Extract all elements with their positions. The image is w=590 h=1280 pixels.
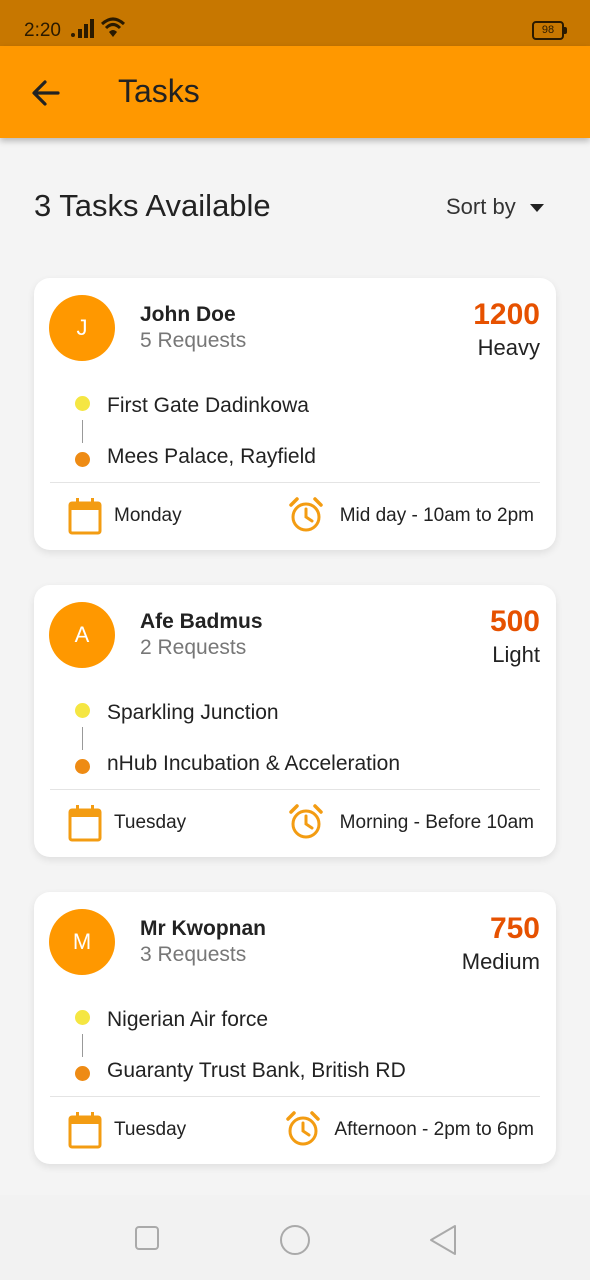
signal-icon [71,19,94,38]
task-day: Monday [114,505,182,526]
time-slot: Afternoon - 2pm to 6pm [334,1119,534,1140]
task-weight: Light [492,642,540,667]
avatar: A [49,602,115,668]
task-day: Tuesday [114,1119,187,1140]
pickup-location: Sparkling Junction [107,701,279,724]
wifi-icon [100,17,126,37]
alarm-clock-icon [286,1111,320,1146]
triangle-back-icon[interactable] [428,1224,458,1256]
request-count: 2 Requests [140,636,247,659]
sort-by-dropdown[interactable]: Sort by [446,194,544,220]
divider [50,482,540,483]
status-time: 2:20 [24,20,61,41]
pickup-location: Nigerian Air force [107,1008,269,1031]
dropoff-location: nHub Incubation & Acceleration [107,752,401,775]
pickup-dot-icon [75,703,90,718]
calendar-icon [68,498,102,535]
divider [50,1096,540,1097]
sort-by-label: Sort by [446,194,516,219]
square-icon[interactable] [134,1225,160,1251]
customer-name: Mr Kwopnan [140,917,266,940]
arrow-left-icon[interactable] [26,73,66,113]
dropoff-location: Guaranty Trust Bank, British RD [107,1059,406,1082]
dropoff-location: Mees Palace, Rayfield [107,445,316,468]
request-count: 5 Requests [140,329,247,352]
dropoff-dot-icon [75,452,90,467]
request-count: 3 Requests [140,943,247,966]
time-slot: Morning - Before 10am [339,812,534,833]
dropoff-dot-icon [75,1066,90,1081]
customer-name: John Doe [140,303,236,326]
tasks-count-heading: 3 Tasks Available [34,188,271,223]
alarm-clock-icon [289,804,323,839]
task-card[interactable]: A Afe Badmus 2 Requests 500 Light Sparkl… [34,585,556,857]
circle-icon[interactable] [279,1224,311,1256]
divider [50,789,540,790]
page-title: Tasks [118,73,200,109]
avatar: M [49,909,115,975]
caret-down-icon [529,204,544,213]
system-nav-bar [0,1195,590,1280]
battery-indicator: 98 [532,21,567,40]
task-weight: Medium [461,949,540,974]
pickup-location: First Gate Dadinkowa [107,394,309,417]
customer-name: Afe Badmus [140,610,263,633]
app-bar: Tasks [0,46,590,138]
status-bar: 2:20 98 [0,0,590,46]
task-card[interactable]: M Mr Kwopnan 3 Requests 750 Medium Niger… [34,892,556,1164]
task-weight: Heavy [477,335,540,360]
calendar-icon [68,805,102,842]
route-connector [82,420,83,443]
route-connector [82,727,83,750]
avatar: J [49,295,115,361]
dropoff-dot-icon [75,759,90,774]
route-connector [82,1034,83,1057]
task-price: 750 [489,912,540,945]
pickup-dot-icon [75,396,90,411]
time-slot: Mid day - 10am to 2pm [339,505,534,526]
task-price: 500 [489,605,540,638]
alarm-clock-icon [289,497,323,532]
pickup-dot-icon [75,1010,90,1025]
task-price: 1200 [473,298,540,331]
task-day: Tuesday [114,812,187,833]
calendar-icon [68,1112,102,1149]
task-card[interactable]: J John Doe 5 Requests 1200 Heavy First G… [34,278,556,550]
